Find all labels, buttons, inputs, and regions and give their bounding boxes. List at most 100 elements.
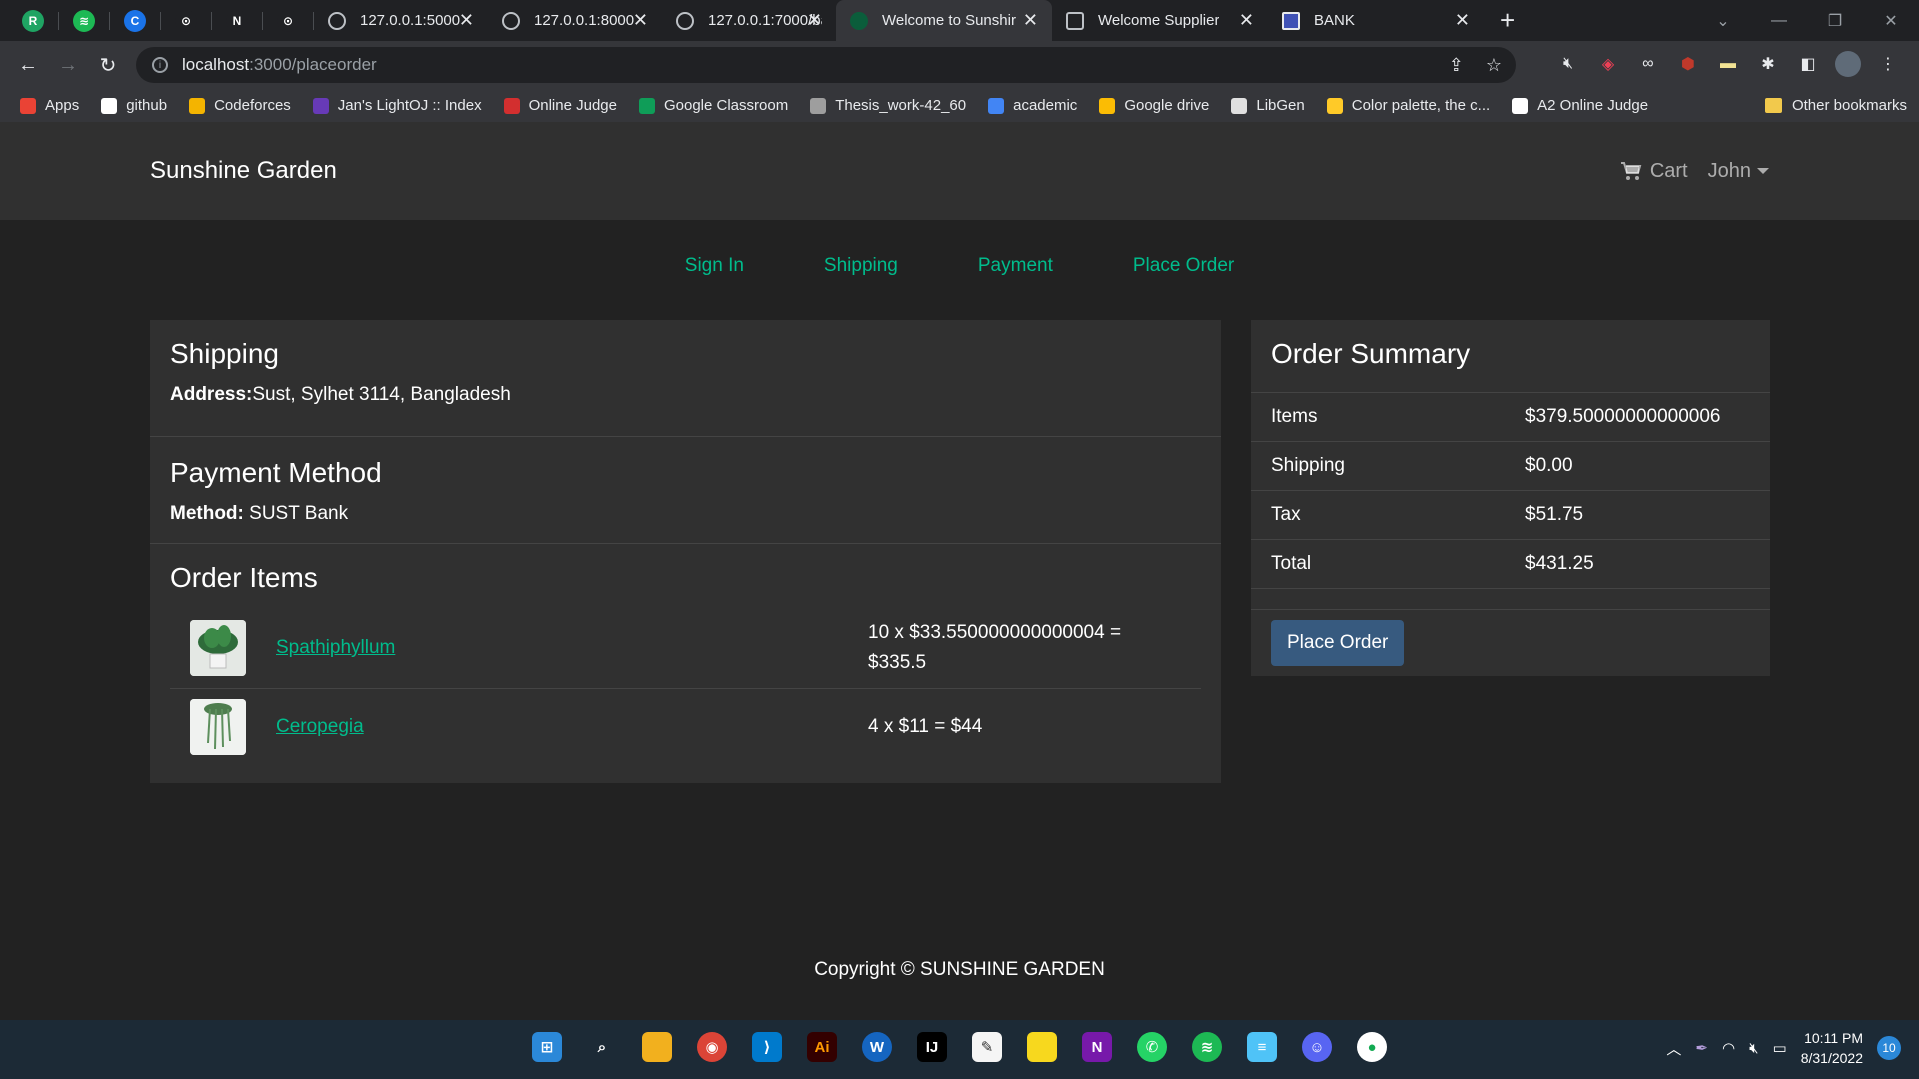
close-window-icon[interactable]: ✕: [1863, 11, 1919, 31]
tab-welcome-supplier[interactable]: Welcome Supplier ✕: [1052, 0, 1268, 41]
discord-icon[interactable]: ☺: [1302, 1032, 1332, 1062]
chevron-down-icon: [1757, 168, 1769, 175]
bookmark-item[interactable]: A2 Online Judge: [1512, 97, 1648, 114]
wifi-icon[interactable]: ◠: [1722, 1039, 1735, 1057]
profile-avatar-icon[interactable]: [1835, 51, 1861, 77]
bookmark-item[interactable]: Online Judge: [503, 97, 617, 114]
shipping-section: Shipping Address:Sust, Sylhet 3114, Bang…: [150, 320, 1221, 437]
sticky-notes-icon[interactable]: [1027, 1032, 1057, 1062]
bookmark-item[interactable]: Google drive: [1099, 97, 1209, 114]
intellij-icon[interactable]: IJ: [917, 1032, 947, 1062]
tab-divider: [109, 11, 110, 30]
illustrator-icon[interactable]: Ai: [807, 1032, 837, 1062]
notes-icon[interactable]: ▬: [1715, 51, 1741, 77]
bookmark-favicon-icon: [638, 97, 655, 114]
close-tab-icon[interactable]: ✕: [1239, 10, 1254, 31]
address-bar[interactable]: i localhost:3000/placeorder ⇪ ☆: [136, 47, 1516, 83]
mongodb-compass-icon[interactable]: ●: [1357, 1032, 1387, 1062]
ublock-icon[interactable]: ⬢: [1675, 51, 1701, 77]
pen-icon[interactable]: ✒: [1695, 1039, 1708, 1057]
bookmark-item[interactable]: Apps: [20, 97, 79, 114]
github-icon[interactable]: ⊙: [175, 9, 197, 32]
restore-icon[interactable]: ❐: [1807, 11, 1863, 31]
step-sign-in[interactable]: Sign In: [685, 255, 744, 277]
bookmark-item[interactable]: Color palette, the c...: [1326, 97, 1490, 114]
other-bookmarks[interactable]: Other bookmarks: [1764, 97, 1907, 114]
close-tab-icon[interactable]: ✕: [459, 10, 474, 31]
close-tab-icon[interactable]: ✕: [807, 10, 822, 31]
step-shipping[interactable]: Shipping: [824, 255, 898, 277]
cart-link[interactable]: Cart: [1620, 160, 1688, 183]
chevron-up-icon[interactable]: ︿: [1666, 1038, 1681, 1059]
bookmark-favicon-icon: [503, 97, 520, 114]
brand-link[interactable]: Sunshine Garden: [150, 157, 337, 185]
notification-badge[interactable]: 10: [1877, 1036, 1901, 1060]
glasses-icon[interactable]: ∞: [1635, 51, 1661, 77]
chrome-icon[interactable]: ◉: [697, 1032, 727, 1062]
menu-icon[interactable]: ⋮: [1875, 51, 1901, 77]
tab-sunshine-garden[interactable]: Welcome to Sunshir ✕: [836, 0, 1052, 41]
extensions-area: 🔇︎ ◈ ∞ ⬢ ▬ ✱ ◧ ⋮: [1555, 51, 1901, 77]
browser-toolbar: ← → ↻ i localhost:3000/placeorder ⇪ ☆ 🔇︎…: [0, 41, 1919, 89]
bookmark-item[interactable]: github: [101, 97, 167, 114]
tab-localhost-5000[interactable]: 127.0.0.1:5000 ✕: [314, 0, 488, 41]
list-item: Spathiphyllum 10 x $33.550000000000004 =…: [170, 608, 1201, 689]
notepad-icon[interactable]: ≡: [1247, 1032, 1277, 1062]
whatsapp-icon[interactable]: ✆: [1137, 1032, 1167, 1062]
vscode-icon[interactable]: ⟩: [752, 1032, 782, 1062]
windows-start-icon[interactable]: ⊞: [532, 1032, 562, 1062]
item-link-spathiphyllum[interactable]: Spathiphyllum: [276, 637, 868, 659]
info-icon[interactable]: i: [152, 57, 168, 73]
file-explorer-icon[interactable]: [642, 1032, 672, 1062]
order-details-card: Shipping Address:Sust, Sylhet 3114, Bang…: [150, 320, 1221, 783]
bookmark-item[interactable]: Jan's LightOJ :: Index: [312, 97, 482, 114]
tab-localhost-8000[interactable]: 127.0.0.1:8000 ✕: [488, 0, 662, 41]
github-icon[interactable]: ⊙: [277, 9, 299, 32]
share-icon[interactable]: ⇪: [1449, 55, 1464, 76]
bookmark-star-icon[interactable]: ☆: [1486, 55, 1502, 76]
codechef-icon[interactable]: C: [124, 9, 146, 32]
tab-localhost-7000-bank[interactable]: 127.0.0.1:7000/bank ✕: [662, 0, 836, 41]
bookmark-favicon-icon: [1231, 97, 1248, 114]
close-tab-icon[interactable]: ✕: [633, 10, 648, 31]
step-payment[interactable]: Payment: [978, 255, 1053, 277]
side-panel-icon[interactable]: ◧: [1795, 51, 1821, 77]
bookmark-item[interactable]: Codeforces: [189, 97, 291, 114]
payment-section: Payment Method Method: SUST Bank: [150, 437, 1221, 544]
payment-heading: Payment Method: [170, 457, 382, 488]
place-order-button[interactable]: Place Order: [1271, 620, 1405, 666]
clock[interactable]: 10:11 PM 8/31/2022: [1801, 1028, 1863, 1068]
back-icon[interactable]: ←: [8, 54, 48, 77]
battery-icon[interactable]: ▭: [1773, 1039, 1787, 1057]
plant-thumbnail: [190, 699, 246, 755]
step-place-order[interactable]: Place Order: [1133, 255, 1234, 277]
spotify-icon[interactable]: ≋: [73, 9, 95, 32]
bookmark-item[interactable]: Thesis_work-42_60: [810, 97, 966, 114]
close-tab-icon[interactable]: ✕: [1023, 10, 1038, 31]
word-app-icon[interactable]: W: [862, 1032, 892, 1062]
new-tab-icon[interactable]: +: [1500, 5, 1515, 36]
tab-search-icon[interactable]: ⌄: [1695, 11, 1751, 31]
volume-muted-icon[interactable]: 🔇︎: [1749, 1040, 1758, 1057]
onenote-icon[interactable]: N: [1082, 1032, 1112, 1062]
muted-tab-icon[interactable]: 🔇︎: [1555, 51, 1581, 77]
bookmark-item[interactable]: Google Classroom: [638, 97, 788, 114]
tab-bank[interactable]: BANK ✕: [1268, 0, 1484, 41]
bookmark-item[interactable]: LibGen: [1231, 97, 1305, 114]
item-link-ceropegia[interactable]: Ceropegia: [276, 716, 868, 738]
search-icon[interactable]: ⌕: [587, 1032, 617, 1062]
close-tab-icon[interactable]: ✕: [1455, 10, 1470, 31]
reload-icon[interactable]: ↻: [88, 53, 128, 78]
notion-icon[interactable]: N: [226, 9, 248, 32]
bookmark-item[interactable]: academic: [988, 97, 1077, 114]
extensions-icon[interactable]: ✱: [1755, 51, 1781, 77]
spotify-icon[interactable]: ≋: [1192, 1032, 1222, 1062]
bookmark-favicon-icon: [988, 97, 1005, 114]
minimize-icon[interactable]: —: [1751, 12, 1807, 30]
list-item: Ceropegia 4 x $11 = $44: [170, 689, 1201, 765]
r-icon[interactable]: R: [22, 9, 44, 32]
paint-icon[interactable]: ✎: [972, 1032, 1002, 1062]
user-menu-dropdown[interactable]: John: [1708, 160, 1769, 183]
pocket-icon[interactable]: ◈: [1595, 51, 1621, 77]
forward-icon[interactable]: →: [48, 54, 88, 77]
